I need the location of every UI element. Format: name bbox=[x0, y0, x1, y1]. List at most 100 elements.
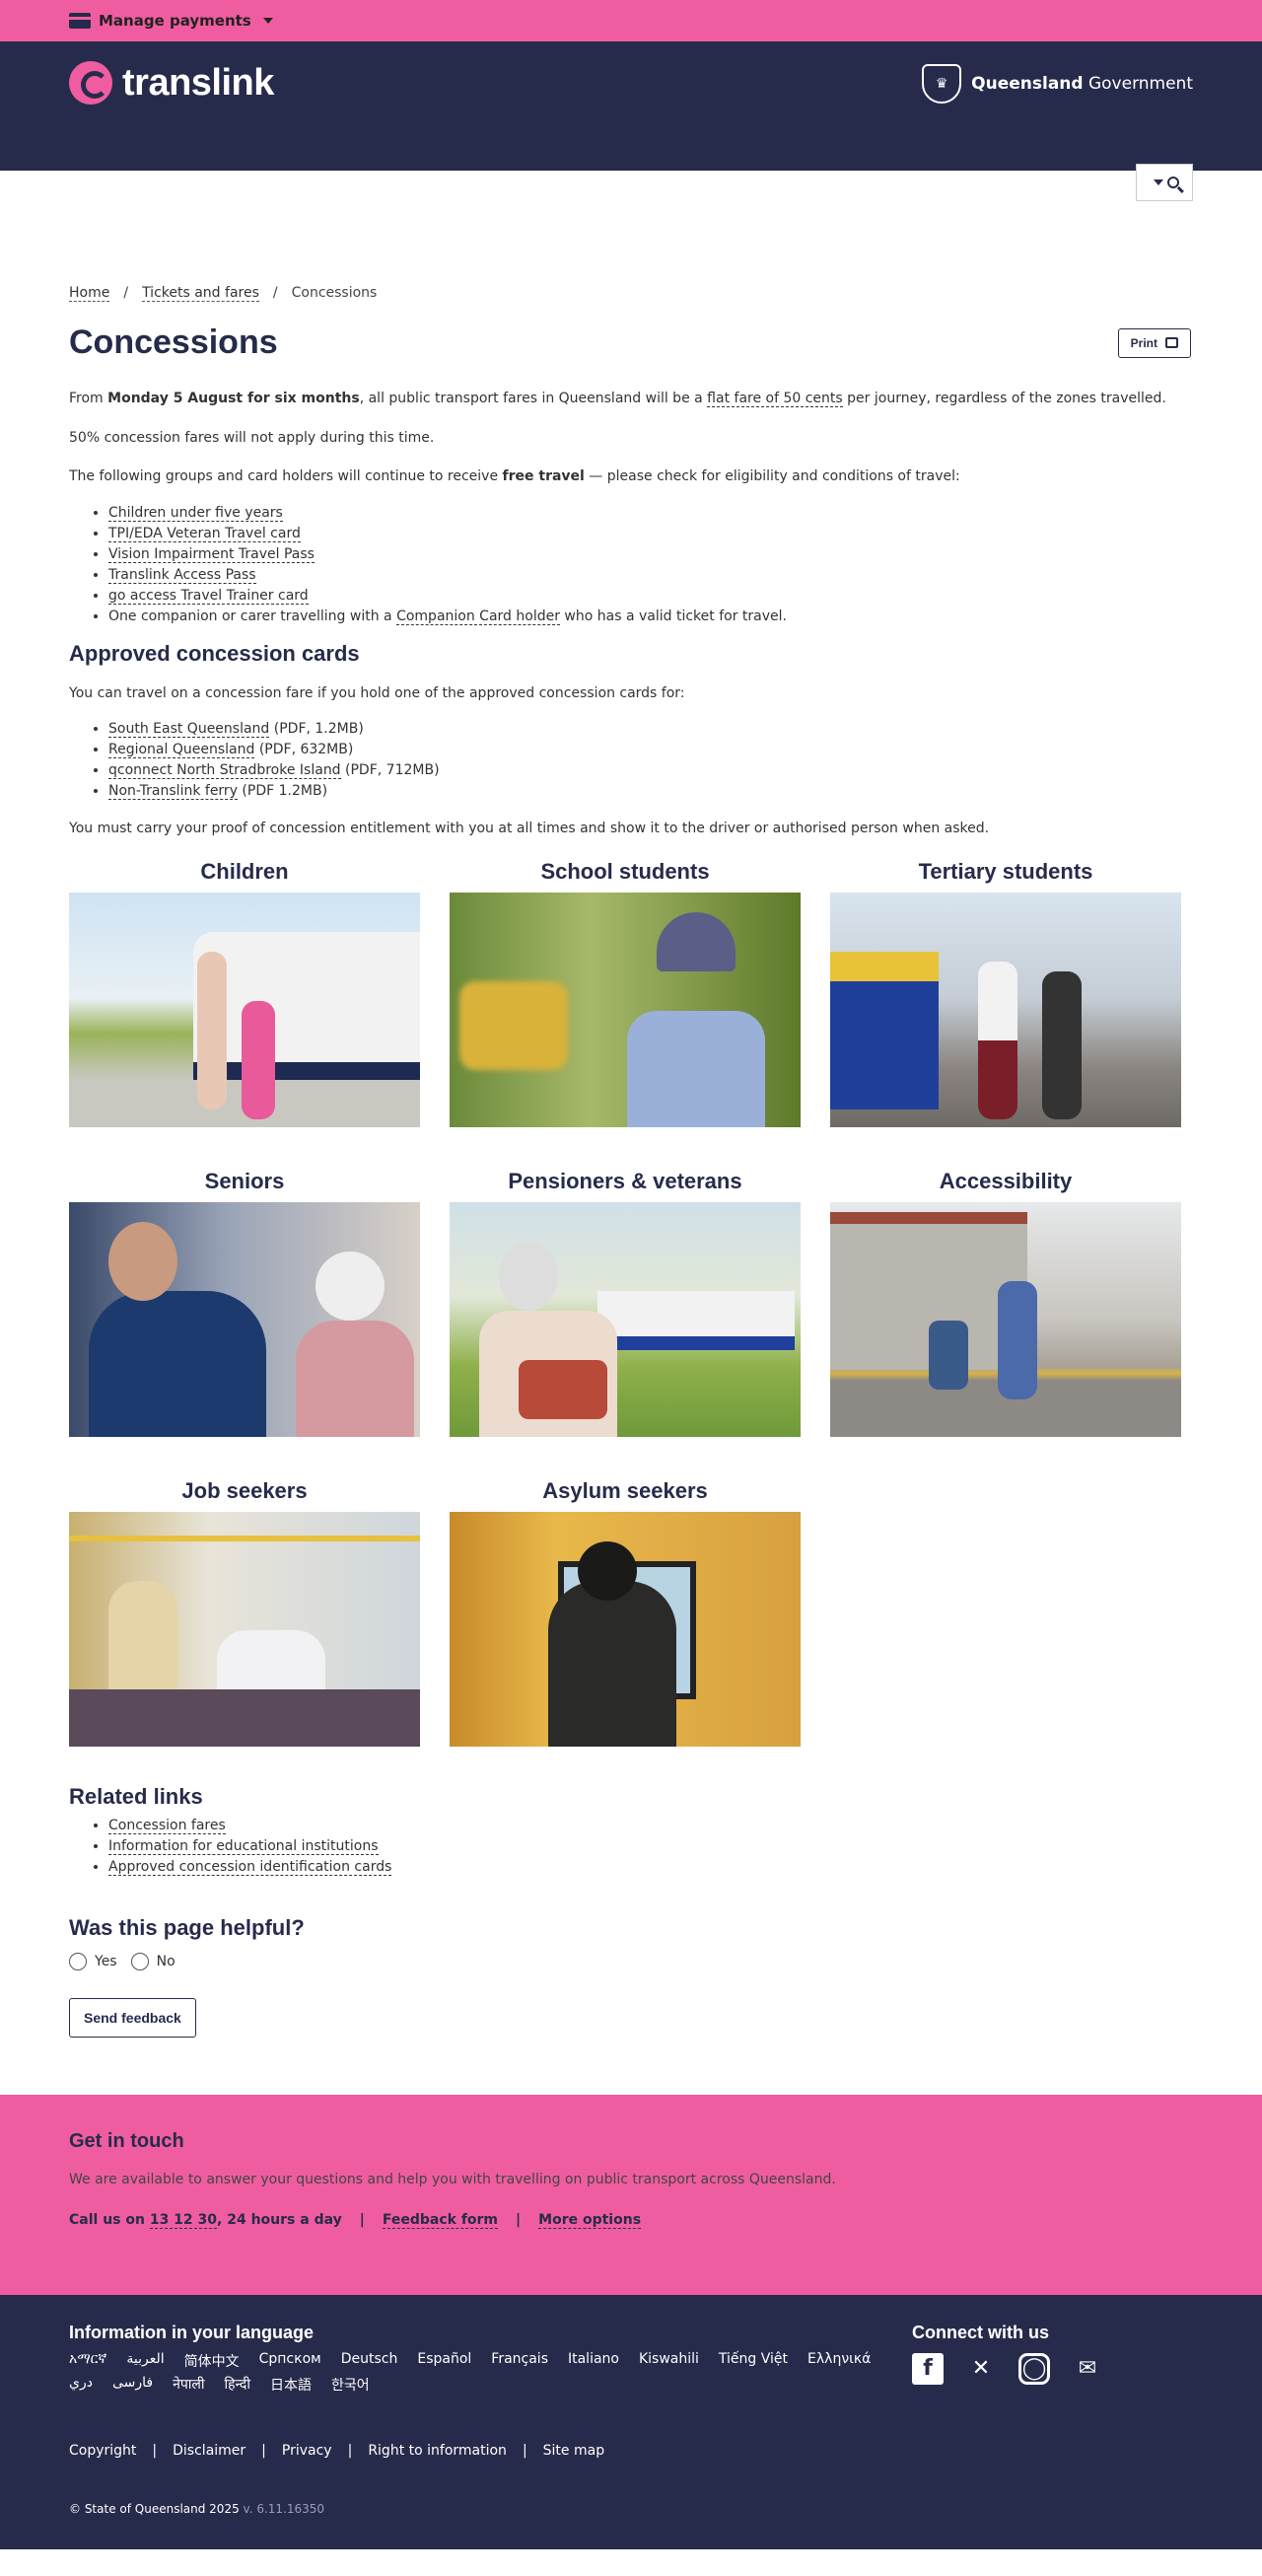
tile-children[interactable]: Children bbox=[69, 859, 420, 1127]
related-link[interactable]: Concession fares bbox=[108, 1817, 226, 1834]
language-link[interactable]: Deutsch bbox=[341, 2351, 398, 2371]
print-button[interactable]: Print bbox=[1117, 327, 1191, 358]
language-link[interactable]: नेपाली bbox=[173, 2375, 204, 2395]
approved-card-link[interactable]: qconnect North Stradbroke Island bbox=[108, 762, 341, 780]
nav-travel-with-us[interactable]: Travel with us bbox=[527, 175, 658, 192]
credit-card-icon bbox=[69, 13, 91, 29]
related-link[interactable]: Approved concession identification cards bbox=[108, 1858, 392, 1876]
text: per journey, regardless of the zones tra… bbox=[842, 391, 1166, 406]
approved-card-link[interactable]: Non-Translink ferry bbox=[108, 783, 238, 801]
search-button[interactable] bbox=[1136, 164, 1193, 201]
chevron-down-icon bbox=[262, 18, 273, 24]
approved-card-link[interactable]: South East Queensland bbox=[108, 721, 270, 739]
tile-job-seekers[interactable]: Job seekers bbox=[69, 1478, 420, 1747]
language-link[interactable]: Tiếng Việt bbox=[719, 2351, 788, 2371]
copyright-link[interactable]: Copyright bbox=[69, 2443, 136, 2459]
breadcrumb-home[interactable]: Home bbox=[69, 285, 110, 302]
language-link[interactable]: 한국어 bbox=[331, 2375, 370, 2395]
free-travel-link[interactable]: Vision Impairment Travel Pass bbox=[108, 545, 315, 563]
tile-title: Children bbox=[200, 858, 289, 884]
text: From bbox=[69, 391, 108, 406]
list-item: TPI/EDA Veteran Travel card bbox=[108, 524, 1193, 544]
chevron-down-icon bbox=[1154, 179, 1163, 185]
seniors-photo bbox=[69, 1201, 420, 1437]
language-link[interactable]: دري bbox=[69, 2375, 93, 2395]
email-icon[interactable]: ✉ bbox=[1072, 2353, 1103, 2385]
language-link[interactable]: Italiano bbox=[568, 2351, 619, 2371]
approved-card-link[interactable]: Regional Queensland bbox=[108, 742, 255, 759]
companion-card-link[interactable]: Companion Card holder bbox=[396, 608, 560, 625]
language-link[interactable]: አማርኛ bbox=[69, 2351, 106, 2371]
nav-about-translink[interactable]: About Translink bbox=[880, 175, 1026, 192]
privacy-link[interactable]: Privacy bbox=[282, 2443, 332, 2459]
free-travel-link[interactable]: Children under five years bbox=[108, 504, 283, 522]
language-link[interactable]: 简体中文 bbox=[184, 2351, 240, 2371]
breadcrumb-tickets-and-fares[interactable]: Tickets and fares bbox=[142, 285, 259, 302]
tile-tertiary-students[interactable]: Tertiary students bbox=[830, 859, 1181, 1127]
separator: | bbox=[261, 2442, 266, 2459]
tile-asylum-seekers[interactable]: Asylum seekers bbox=[450, 1478, 801, 1747]
language-link[interactable]: فارسی bbox=[112, 2375, 153, 2395]
instagram-icon[interactable]: ◯ bbox=[1018, 2352, 1050, 2385]
nav-tickets-and-fares[interactable]: Tickets and fares bbox=[691, 175, 848, 192]
nav-plan-your-journey[interactable]: Plan your journey bbox=[151, 175, 313, 192]
pensioners-veterans-photo bbox=[450, 1201, 801, 1437]
tile-seniors[interactable]: Seniors bbox=[69, 1169, 420, 1437]
right-to-information-link[interactable]: Right to information bbox=[368, 2443, 507, 2459]
x-icon[interactable]: ✕ bbox=[965, 2353, 997, 2385]
language-link[interactable]: Ελληνικά bbox=[807, 2351, 871, 2371]
free-travel-link[interactable]: Translink Access Pass bbox=[108, 566, 256, 584]
nav-service-updates[interactable]: Service updates bbox=[345, 175, 494, 192]
translink-logo[interactable]: translink bbox=[69, 61, 274, 105]
tile-accessibility[interactable]: Accessibility bbox=[830, 1169, 1181, 1437]
language-link[interactable]: Español bbox=[417, 2351, 471, 2371]
nav-home[interactable]: Home bbox=[69, 175, 117, 192]
manage-payments-menu[interactable]: Manage payments bbox=[69, 12, 273, 30]
breadcrumb-current: Concessions bbox=[291, 285, 378, 301]
feedback-form-link[interactable]: Feedback form bbox=[382, 2212, 499, 2229]
list-item: Approved concession identification cards bbox=[108, 1857, 1193, 1878]
language-link[interactable]: 日本語 bbox=[270, 2375, 312, 2395]
yes-radio[interactable] bbox=[69, 1952, 87, 1970]
language-link[interactable]: العربية bbox=[126, 2351, 164, 2371]
site-map-link[interactable]: Site map bbox=[543, 2443, 604, 2459]
accessibility-photo bbox=[830, 1201, 1181, 1437]
tile-title: School students bbox=[540, 858, 710, 884]
language-link[interactable]: हिन्दी bbox=[225, 2375, 250, 2395]
job-seekers-photo bbox=[69, 1511, 420, 1747]
free-travel-link[interactable]: go access Travel Trainer card bbox=[108, 587, 309, 605]
file-note: (PDF 1.2MB) bbox=[237, 783, 328, 800]
send-feedback-button[interactable]: Send feedback bbox=[69, 1997, 196, 2038]
nav-label: About Translink bbox=[880, 175, 1013, 192]
free-travel-link[interactable]: TPI/EDA Veteran Travel card bbox=[108, 525, 301, 542]
queensland-government-logo[interactable]: ♛ Queensland Government bbox=[922, 64, 1193, 104]
list-item: Concession fares bbox=[108, 1816, 1193, 1836]
flat-fare-link[interactable]: flat fare of 50 cents bbox=[707, 391, 843, 407]
language-link[interactable]: Français bbox=[491, 2351, 548, 2371]
language-links: አማርኛ العربية 简体中文 Српском Deutsch Españo… bbox=[69, 2351, 897, 2395]
tile-title: Job seekers bbox=[181, 1477, 308, 1503]
language-link[interactable]: Kiswahili bbox=[639, 2351, 699, 2371]
proof-of-entitlement: You must carry your proof of concession … bbox=[69, 821, 990, 837]
related-link[interactable]: Information for educational institutions bbox=[108, 1837, 379, 1855]
more-options-link[interactable]: More options bbox=[538, 2212, 642, 2229]
tile-pensioners-veterans[interactable]: Pensioners & veterans bbox=[450, 1169, 801, 1437]
disclaimer-link[interactable]: Disclaimer bbox=[173, 2443, 245, 2459]
page-title: Concessions bbox=[69, 323, 278, 361]
no-label: No bbox=[156, 1953, 175, 1969]
bold-date: Monday 5 August for six months bbox=[107, 391, 360, 406]
site-footer: Information in your language አማርኛ العربي… bbox=[0, 2294, 1262, 2549]
phone-link[interactable]: 13 12 30 bbox=[149, 2211, 218, 2229]
list-item: South East Queensland (PDF, 1.2MB) bbox=[108, 719, 1193, 740]
separator: | bbox=[359, 2211, 365, 2228]
no-radio[interactable] bbox=[130, 1952, 149, 1970]
site-header: translink ♛ Queensland Government Home P… bbox=[0, 41, 1262, 201]
facebook-icon[interactable]: f bbox=[912, 2352, 944, 2385]
tile-school-students[interactable]: School students bbox=[450, 859, 801, 1127]
yes-label: Yes bbox=[95, 1953, 117, 1969]
list-item: Vision Impairment Travel Pass bbox=[108, 544, 1193, 565]
footer-links: Copyright | Disclaimer | Privacy | Right… bbox=[69, 2443, 604, 2459]
text: , all public transport fares in Queensla… bbox=[359, 391, 708, 406]
language-heading: Information in your language bbox=[69, 2322, 315, 2342]
language-link[interactable]: Српском bbox=[259, 2351, 321, 2371]
